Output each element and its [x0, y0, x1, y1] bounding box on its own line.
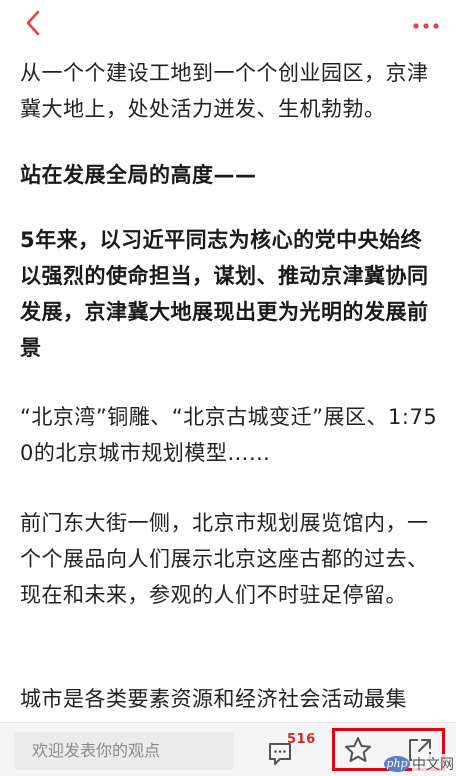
article-bold-paragraph: 5年来，以习近平同志为核心的党中央始终以强烈的使命担当，谋划、推动京津冀协同发展… — [20, 228, 429, 360]
site-watermark: php 中文网 — [384, 752, 456, 775]
article-body: 从一个个建设工地到一个个创业园区，京津冀大地上，处处活力迸发、生机勃勃。 站在发… — [20, 0, 440, 722]
article-paragraph: 前门东大街一侧，北京市规划展览馆内，一个个展品向人们展示北京这座古都的过去、现在… — [20, 511, 429, 607]
star-icon — [345, 737, 371, 762]
watermark-logo: php — [384, 755, 410, 772]
article-paragraph: 城市是各类要素资源和经济社会活动最集 — [20, 687, 407, 711]
favorite-button[interactable] — [343, 735, 373, 765]
comment-count-badge: 516 — [287, 732, 316, 747]
article-paragraph: 从一个个建设工地到一个个创业园区，京津冀大地上，处处活力迸发、生机勃勃。 — [20, 61, 429, 121]
article-subheading: 站在发展全局的高度—— — [20, 163, 257, 187]
comment-input[interactable]: 欢迎发表你的观点 — [14, 732, 234, 770]
article-paragraph: “北京湾”铜雕、“北京古城变迁”展区、1:750的北京城市规划模型…… — [20, 405, 438, 465]
watermark-text: 中文网 — [412, 753, 454, 774]
